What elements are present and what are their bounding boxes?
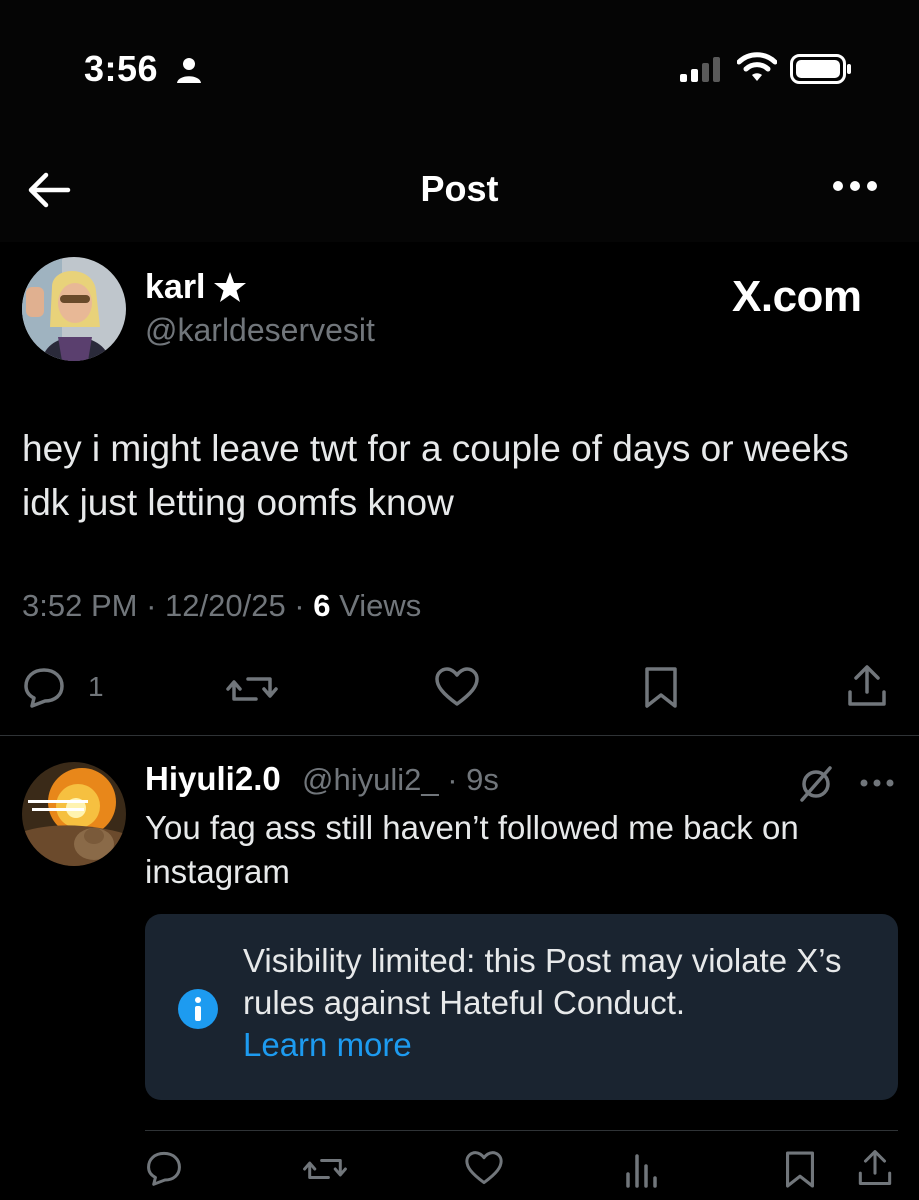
views-label: Views: [339, 588, 422, 623]
info-icon: [177, 988, 219, 1035]
reply-count: 1: [88, 671, 104, 702]
comment-icon: [24, 668, 64, 708]
author-handle[interactable]: @karldeservesit: [145, 312, 375, 349]
reply-share-button[interactable]: [856, 1148, 894, 1193]
reply-button[interactable]: [22, 666, 66, 713]
reply-views-button[interactable]: [624, 1148, 658, 1193]
reply-repost-button[interactable]: [302, 1152, 348, 1191]
reply-reply-button[interactable]: [145, 1150, 183, 1191]
repost-icon: [226, 677, 278, 701]
repost-button[interactable]: [226, 669, 278, 714]
signal-icon: [680, 56, 724, 87]
reply-time: 9s: [466, 762, 499, 797]
reply-text: You fag ass still haven’t followed me ba…: [145, 809, 799, 890]
reply-meta: @hiyuli2_ · 9s: [302, 762, 499, 797]
notice-text: Visibility limited: this Post may violat…: [243, 942, 842, 1021]
views-icon: [626, 1154, 657, 1188]
heart-icon: [465, 1151, 503, 1185]
post-text: hey i might leave twt for a couple of da…: [22, 428, 849, 523]
like-button[interactable]: [434, 666, 480, 713]
reply-author-handle[interactable]: @hiyuli2_: [302, 762, 439, 797]
more-options-icon[interactable]: [830, 178, 880, 199]
wifi-icon: [736, 52, 778, 87]
learn-more-link[interactable]: Learn more: [243, 1024, 883, 1066]
repost-icon: [303, 1159, 347, 1179]
post-date: 12/20/25: [165, 588, 286, 623]
page-title: Post: [420, 168, 499, 209]
person-icon: [176, 56, 202, 89]
author-avatar[interactable]: [22, 257, 126, 361]
divider: [0, 735, 919, 736]
status-time: 3:56: [84, 48, 159, 89]
post-time: 3:52 PM: [22, 588, 138, 623]
comment-icon: [147, 1151, 181, 1186]
share-icon: [848, 665, 886, 706]
share-icon: [858, 1150, 892, 1186]
reply-author-name[interactable]: Hiyuli2.0: [145, 760, 281, 798]
grok-icon[interactable]: [798, 764, 834, 809]
post-meta: 3:52 PM · 12/20/25 · 6 Views: [22, 588, 422, 623]
reply-like-button[interactable]: [464, 1150, 504, 1191]
reply-bookmark-button[interactable]: [784, 1150, 816, 1195]
star-icon: [212, 270, 248, 309]
share-button[interactable]: [845, 664, 889, 713]
bookmark-icon: [645, 667, 677, 708]
heart-icon: [435, 667, 479, 706]
views-count: 6: [313, 588, 331, 623]
xcom-watermark: X.com: [732, 272, 862, 321]
reply-avatar[interactable]: [22, 762, 126, 866]
reply-actions-divider: [145, 1130, 898, 1131]
author-name[interactable]: karl: [145, 268, 206, 307]
battery-icon: [790, 54, 852, 89]
bookmark-icon: [786, 1151, 814, 1188]
bookmark-button[interactable]: [643, 666, 679, 715]
reply-more-icon[interactable]: [858, 776, 896, 794]
notice-text-block: Visibility limited: this Post may violat…: [243, 940, 883, 1066]
